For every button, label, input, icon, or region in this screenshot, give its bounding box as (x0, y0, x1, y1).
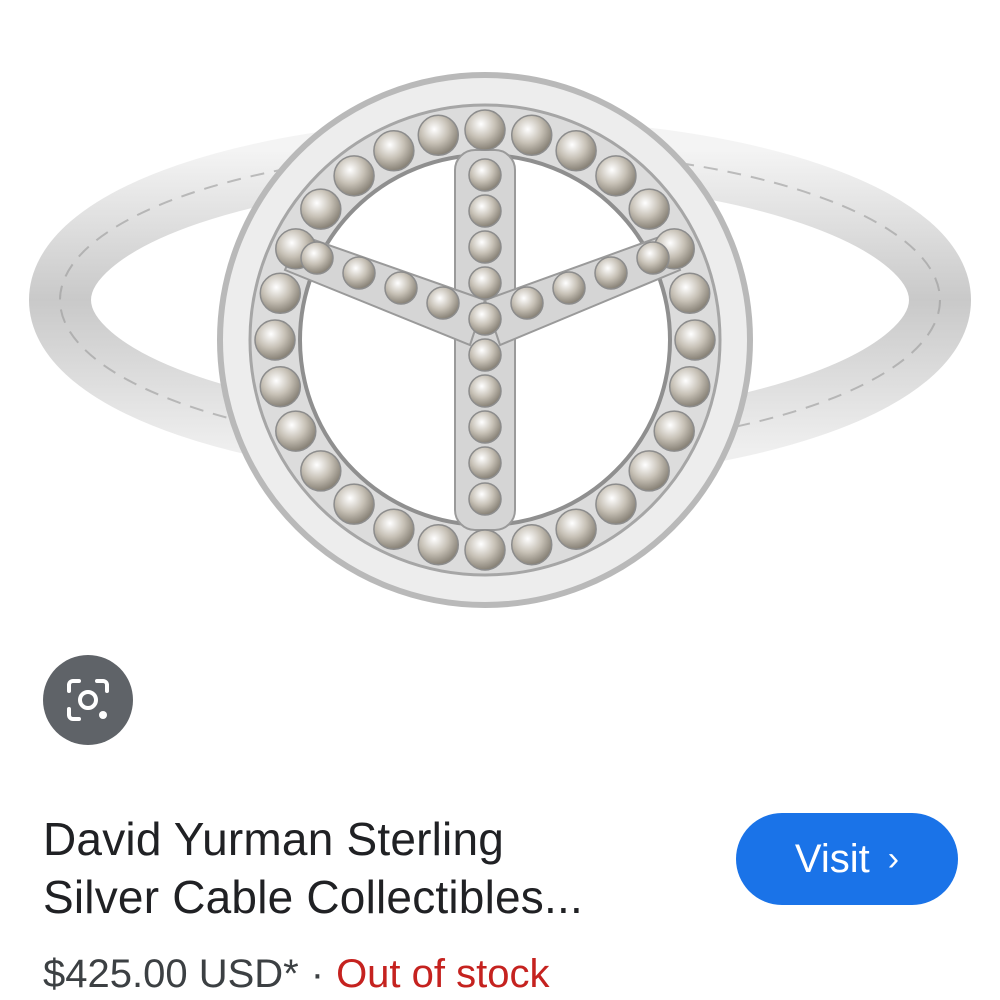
diamond-stone (373, 130, 415, 172)
lens-search-button[interactable] (43, 655, 133, 745)
diamond-stone (468, 482, 502, 516)
diamond-stone (333, 155, 375, 197)
diamond-stone (510, 114, 553, 157)
diamond-stone (594, 256, 628, 290)
diamond-stone (333, 483, 375, 525)
diamond-stone (653, 410, 695, 452)
diamond-stone (555, 508, 597, 550)
price-row: $425.00 USD* · Out of stock (43, 948, 549, 1000)
diamond-stone (468, 194, 502, 228)
diamond-stone (468, 230, 502, 264)
diamond-stone (636, 241, 670, 275)
product-title-line-1: David Yurman Sterling (43, 813, 505, 865)
diamond-stone (275, 410, 317, 452)
lens-camera-icon (67, 679, 109, 721)
diamond-stone (300, 188, 342, 230)
chevron-right-icon: › (887, 839, 900, 878)
diamond-stone (555, 130, 597, 172)
diamond-stone (342, 256, 376, 290)
diamond-stone (628, 188, 670, 230)
diamond-stone (300, 241, 334, 275)
diamond-stone (628, 450, 670, 492)
separator-dot: · (310, 952, 325, 996)
diamond-stone (668, 272, 711, 315)
diamond-stone (417, 114, 460, 157)
diamond-stone (464, 529, 506, 571)
diamond-stone (510, 523, 553, 566)
diamond-stone (254, 319, 296, 361)
diamond-stone (300, 450, 342, 492)
diamond-stone (510, 286, 544, 320)
visit-button[interactable]: Visit › (736, 813, 958, 905)
diamond-stone (464, 109, 506, 151)
diamond-stone (668, 365, 711, 408)
availability-status: Out of stock (336, 952, 550, 996)
diamond-stone (468, 302, 502, 336)
diamond-stone (468, 374, 502, 408)
diamond-stone (468, 158, 502, 192)
visit-label: Visit (794, 836, 870, 881)
diamond-stone (259, 272, 302, 315)
product-title-line-2: Silver Cable Collectibles... (43, 871, 583, 923)
diamond-stone (552, 271, 586, 305)
diamond-stone (259, 365, 302, 408)
diamond-stone (426, 286, 460, 320)
product-image[interactable] (0, 0, 1000, 640)
diamond-stone (373, 508, 415, 550)
product-title[interactable]: David Yurman Sterling Silver Cable Colle… (43, 810, 703, 926)
diamond-stone (468, 446, 502, 480)
ring-illustration (29, 72, 971, 608)
diamond-stone (595, 483, 637, 525)
diamond-stone (384, 271, 418, 305)
price: $425.00 USD* (43, 952, 299, 996)
diamond-stone (674, 319, 716, 361)
diamond-stone (417, 523, 460, 566)
diamond-stone (468, 338, 502, 372)
diamond-stone (595, 155, 637, 197)
diamond-stone (468, 266, 502, 300)
diamond-stone (468, 410, 502, 444)
